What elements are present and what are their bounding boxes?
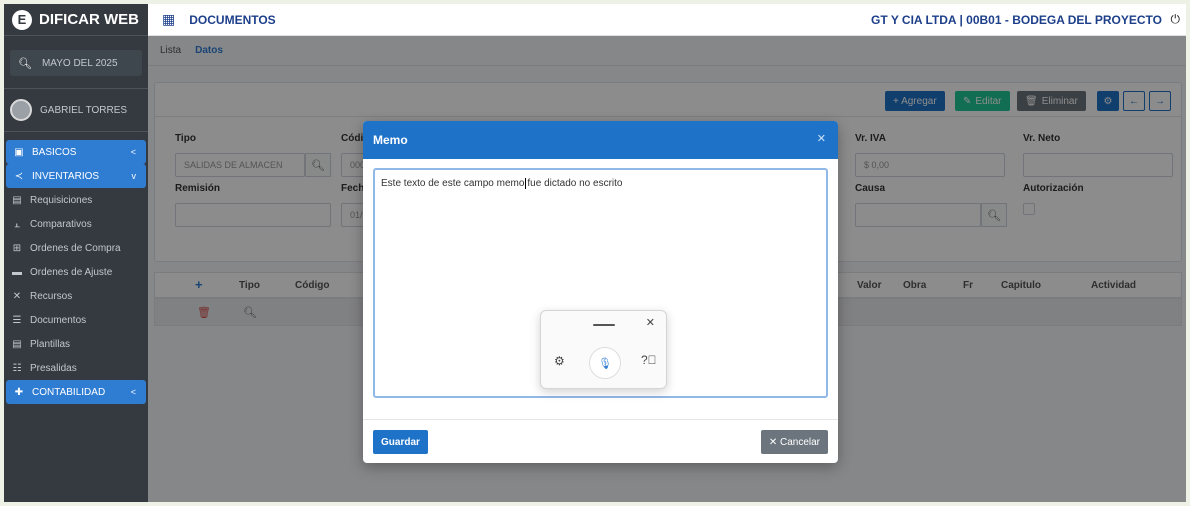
top-bar: ▦ DOCUMENTOS GT Y CIA LTDA | 00B01 - BOD… [148,4,1186,36]
modal-footer: Guardar ✕ Cancelar [363,419,838,463]
sidebar-item-documentos[interactable]: ☰ Documentos [4,308,148,332]
sidebar-item-label: CONTABILIDAD [32,386,106,398]
cancel-button[interactable]: ✕ Cancelar [760,430,828,454]
brand[interactable]: E DIFICAR WEB [4,4,148,36]
drag-handle[interactable] [593,324,615,326]
folder-icon: ▣ [14,146,24,158]
sidebar-item-label: Ordenes de Compra [30,242,121,254]
modal-title: Memo [373,133,408,147]
gear-icon[interactable]: ⚙ [554,354,565,368]
user-name: GABRIEL TORRES [40,104,128,116]
sidebar-item-recursos[interactable]: ✕ Recursos [4,284,148,308]
memo-text-before: Este texto de este campo memo [381,178,525,190]
grid-icon: ▦ [162,11,176,27]
sidebar-item-label: Recursos [30,290,73,302]
brand-name: DIFICAR WEB [39,11,139,28]
sidebar-item-contabilidad[interactable]: ✚ CONTABILIDAD < [6,380,146,404]
microphone-icon[interactable]: 🎙︎ [589,347,621,379]
sidebar-item-label: Ordenes de Ajuste [30,266,113,278]
sidebar-item-ordenes-ajuste[interactable]: ▬ Ordenes de Ajuste [4,260,148,284]
sidebar: E DIFICAR WEB 🔍︎ MAYO DEL 2025 GABRIEL T… [4,4,148,502]
rows-icon: ▬ [12,266,22,278]
close-icon[interactable]: ✕ [817,132,826,145]
chevron-down-icon: v [131,171,137,181]
memo-modal: Memo ✕ Este texto de este campo memo fue … [363,121,838,463]
tools-icon: ✕ [12,290,22,302]
sidebar-item-ordenes-compra[interactable]: ⊞ Ordenes de Compra [4,236,148,260]
page-title: DOCUMENTOS [189,12,276,27]
sidebar-item-presalidas[interactable]: ☷ Presalidas [4,356,148,380]
list-icon: ☰ [12,314,22,326]
sidebar-item-comparativos[interactable]: ⫠ Comparativos [4,212,148,236]
checklist-icon: ☷ [12,362,22,374]
sidebar-item-label: Presalidas [30,362,77,374]
cubes-icon: ✚ [14,386,24,398]
company-label: GT Y CIA LTDA | 00B01 - BODEGA DEL PROYE… [871,12,1162,27]
sidebar-item-label: BASICOS [32,146,77,158]
table-icon: ⊞ [12,242,22,254]
close-icon[interactable]: ✕ [646,316,655,329]
chart-icon: ⫠ [13,218,21,230]
sidebar-item-label: Plantillas [30,338,71,350]
sidebar-item-label: Documentos [30,314,87,326]
sidebar-item-label: Comparativos [30,218,92,230]
sidebar-item-plantillas[interactable]: ▤ Plantillas [4,332,148,356]
sidebar-nav: ▣ BASICOS < ≺ INVENTARIOS v ▤ Requisicio… [4,140,148,404]
sidebar-item-basicos[interactable]: ▣ BASICOS < [6,140,146,164]
save-button[interactable]: Guardar [373,430,428,454]
search-icon: 🔍︎ [18,57,32,70]
period-search[interactable]: 🔍︎ MAYO DEL 2025 [10,50,142,76]
sidebar-item-requisiciones[interactable]: ▤ Requisiciones [4,188,148,212]
help-icon[interactable]: ?⃝ [641,353,657,367]
period-label: MAYO DEL 2025 [41,57,118,69]
file-icon: ▤ [12,338,22,350]
memo-text-after: fue dictado no escrito [527,178,623,190]
power-icon[interactable]: ⏻ [1171,12,1181,27]
modal-header: Memo ✕ [363,121,838,159]
sidebar-item-inventarios[interactable]: ≺ INVENTARIOS v [6,164,146,188]
chevron-left-icon: < [130,147,136,157]
user-panel[interactable]: GABRIEL TORRES [4,88,148,132]
app-frame: E DIFICAR WEB 🔍︎ MAYO DEL 2025 GABRIEL T… [0,0,1190,506]
document-icon: ▤ [12,194,22,206]
chevron-left-icon: < [130,387,136,397]
voice-typing-panel: ✕ ⚙ 🎙︎ ?⃝ [540,310,667,389]
avatar [10,99,32,121]
brand-logo: E [12,9,32,30]
share-icon: ≺ [14,170,24,182]
sidebar-item-label: INVENTARIOS [32,170,100,182]
sidebar-item-label: Requisiciones [30,194,93,206]
